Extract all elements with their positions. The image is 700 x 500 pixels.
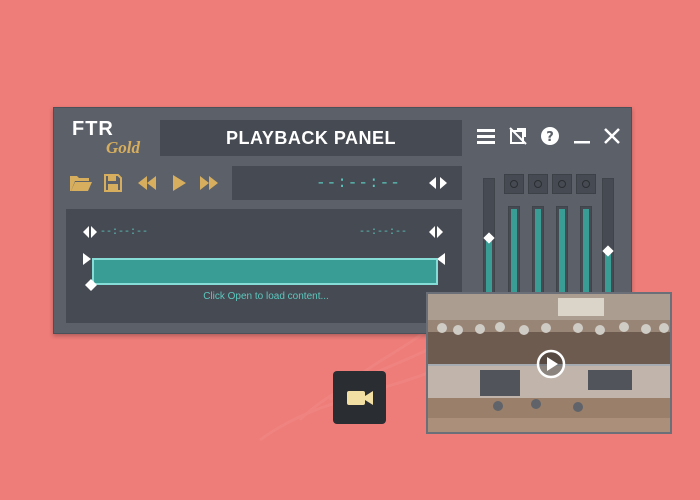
channel-3-fill	[559, 209, 565, 295]
channel-4-slider[interactable]	[580, 206, 592, 298]
start-time-arrows-icon[interactable]	[82, 226, 98, 238]
current-time: --:--:--	[316, 174, 401, 192]
video-thumbnail[interactable]	[426, 292, 672, 434]
channel-2-slider[interactable]	[532, 206, 544, 298]
minimize-icon[interactable]	[570, 124, 594, 148]
help-icon[interactable]: ?	[538, 124, 562, 148]
video-camera-icon	[346, 390, 373, 405]
fast-forward-icon[interactable]	[196, 170, 222, 196]
panel-title-bar: PLAYBACK PANEL	[160, 120, 462, 156]
timeline-end-time: --:--:--	[359, 227, 408, 238]
channel-1-slider[interactable]	[508, 206, 520, 298]
close-icon[interactable]	[600, 124, 624, 148]
channel-4-fill	[583, 209, 589, 295]
channel-1-fill	[511, 209, 517, 295]
master-volume-fill	[486, 237, 492, 293]
output-volume-slider[interactable]	[602, 178, 614, 296]
ftr-gold-logo: FTR Gold	[72, 118, 150, 162]
timeline-start-time: --:--:--	[100, 227, 149, 238]
menu-icon[interactable]	[474, 124, 498, 148]
channel-2-button[interactable]	[528, 174, 548, 194]
playhead-diamond-icon[interactable]	[85, 279, 97, 291]
end-time-arrows-icon[interactable]	[428, 226, 444, 238]
play-circle-icon[interactable]	[536, 349, 566, 379]
window-controls: ?	[474, 124, 624, 148]
rewind-icon[interactable]	[134, 170, 160, 196]
logo-secondary: Gold	[106, 138, 140, 157]
channel-4-button[interactable]	[576, 174, 596, 194]
channel-1-button[interactable]	[504, 174, 524, 194]
time-adjust-arrows-icon[interactable]	[428, 176, 448, 190]
transport-toolbar	[68, 170, 228, 196]
save-icon[interactable]	[100, 170, 126, 196]
svg-text:?: ?	[546, 130, 554, 145]
channel-3-slider[interactable]	[556, 206, 568, 298]
time-display: --:--:--	[232, 166, 462, 200]
timeline-area: --:--:-- --:--:-- Click Open to load con…	[66, 209, 462, 323]
panel-title: PLAYBACK PANEL	[225, 127, 397, 148]
master-volume-slider[interactable]	[483, 178, 495, 296]
timeline-bar[interactable]	[92, 258, 438, 285]
detach-window-icon[interactable]	[506, 124, 530, 148]
start-marker-icon[interactable]	[82, 253, 92, 265]
timeline-hint: Click Open to load content...	[203, 291, 329, 302]
channel-3-button[interactable]	[552, 174, 572, 194]
play-icon[interactable]	[166, 170, 192, 196]
video-camera-button[interactable]	[333, 371, 386, 424]
channel-2-fill	[535, 209, 541, 295]
open-folder-icon[interactable]	[68, 170, 94, 196]
